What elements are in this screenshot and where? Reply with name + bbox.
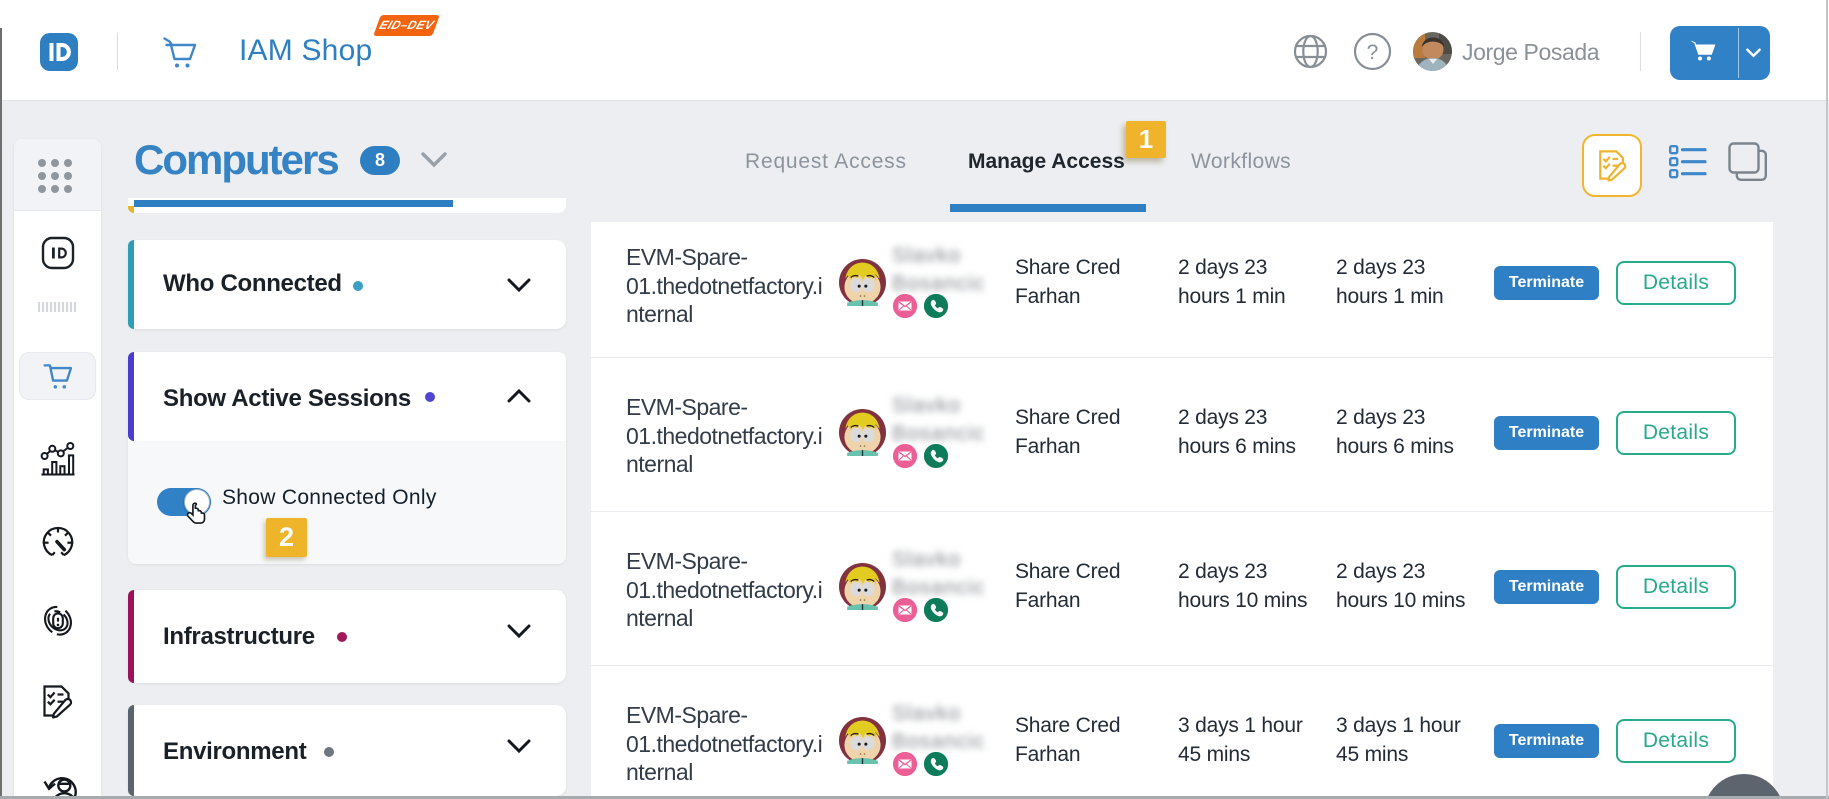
svg-text:?: ? [1367, 41, 1379, 64]
